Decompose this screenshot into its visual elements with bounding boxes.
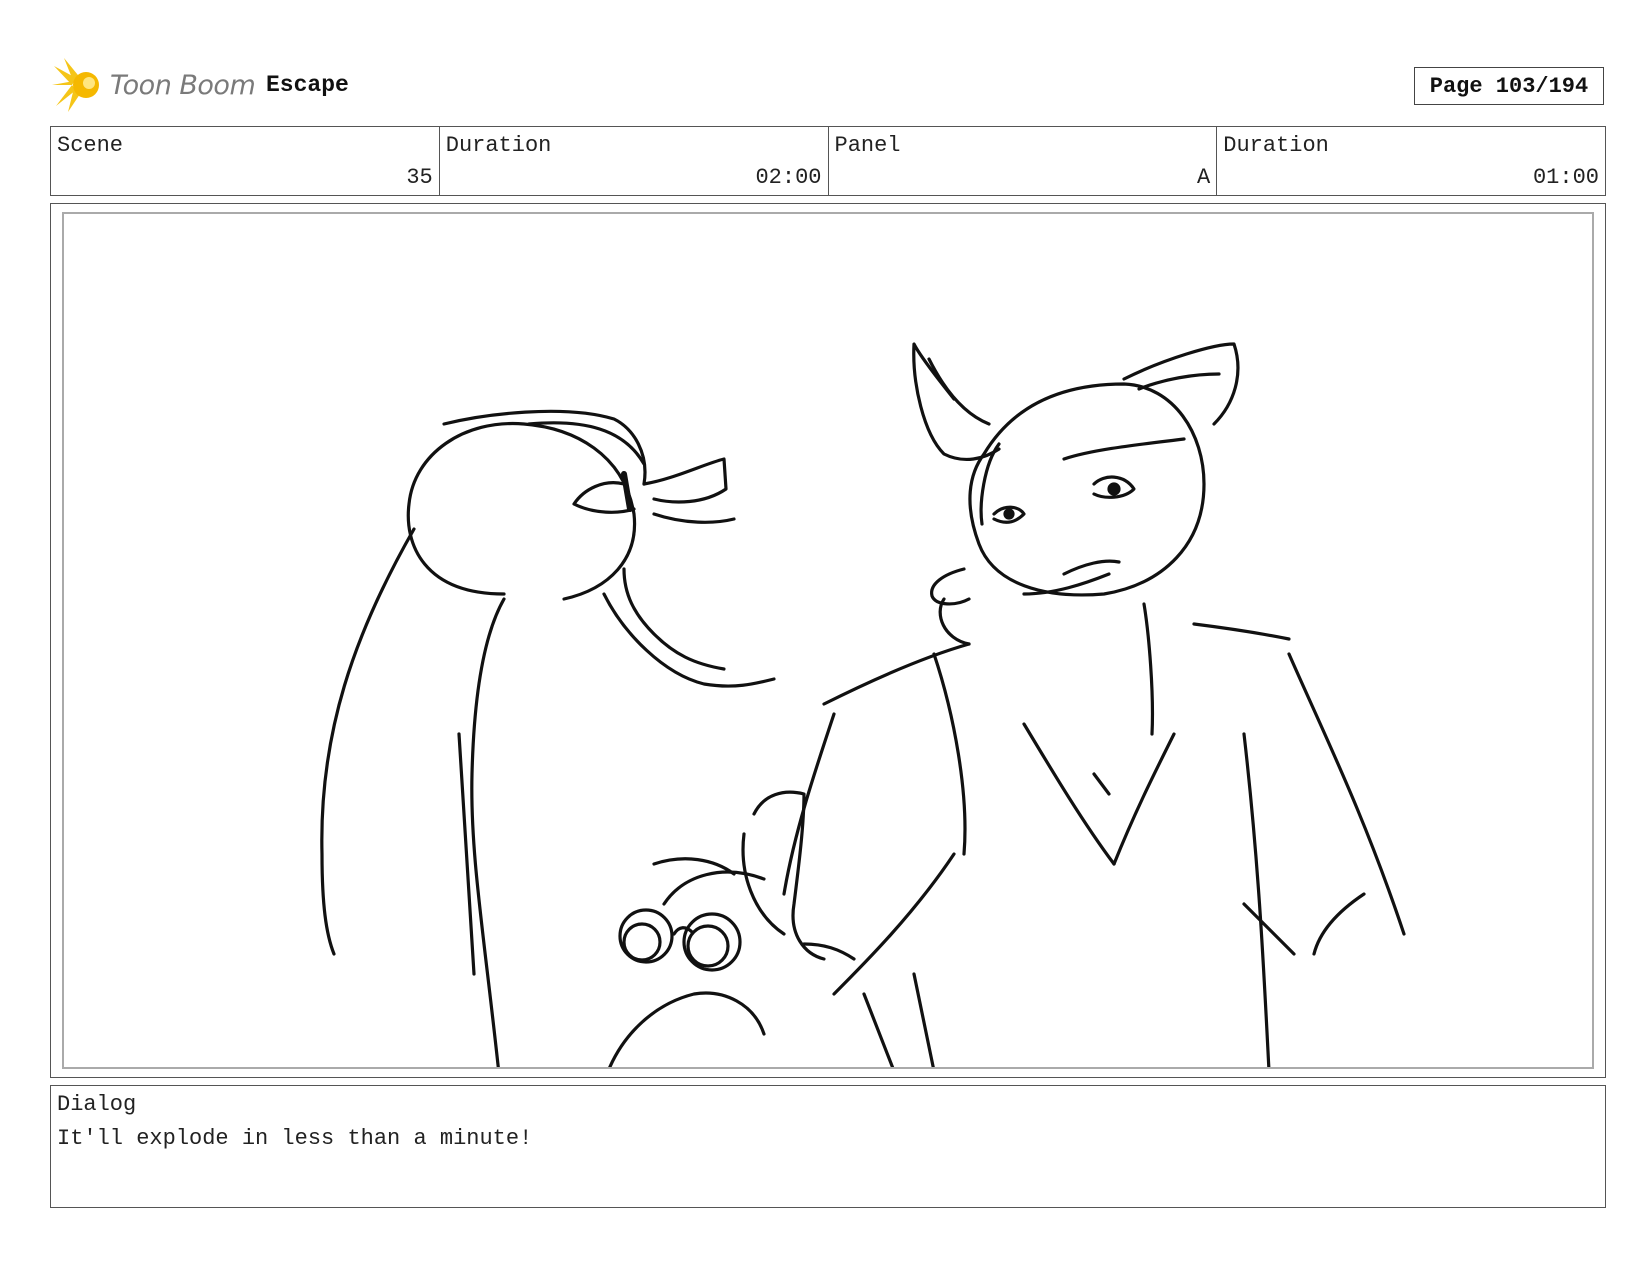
panel-cell: Panel A [829, 127, 1218, 195]
panel-frame [50, 203, 1606, 1078]
scene-duration-label: Duration [445, 133, 552, 158]
panel-duration-value: 01:00 [1532, 165, 1599, 190]
panel-label: Panel [834, 133, 901, 158]
brand-name: Toon Boom [110, 70, 256, 101]
project-title: Escape [266, 72, 349, 98]
dialog-box: Dialog It'll explode in less than a minu… [50, 1085, 1606, 1208]
page-number: Page 103/194 [1414, 67, 1604, 105]
header: Toon Boom Escape [52, 58, 1612, 118]
scene-value: 35 [406, 165, 433, 190]
dialog-text: It'll explode in less than a minute! [57, 1126, 533, 1151]
panel-duration-label: Duration [1223, 133, 1329, 158]
scene-label: Scene [57, 133, 124, 158]
panel-duration-cell: Duration 01:00 [1217, 127, 1605, 195]
storyboard-sketch [320, 342, 1406, 1067]
toon-boom-logo-icon [52, 58, 99, 112]
panel-value: A [1197, 165, 1211, 190]
scene-duration-cell: Duration 02:00 [440, 127, 829, 195]
scene-duration-value: 02:00 [755, 165, 822, 190]
info-row: Scene 35 Duration 02:00 Panel A Duration… [50, 126, 1606, 196]
panel-image-area [62, 212, 1594, 1069]
scene-cell: Scene 35 [51, 127, 440, 195]
dialog-label: Dialog [57, 1092, 137, 1117]
